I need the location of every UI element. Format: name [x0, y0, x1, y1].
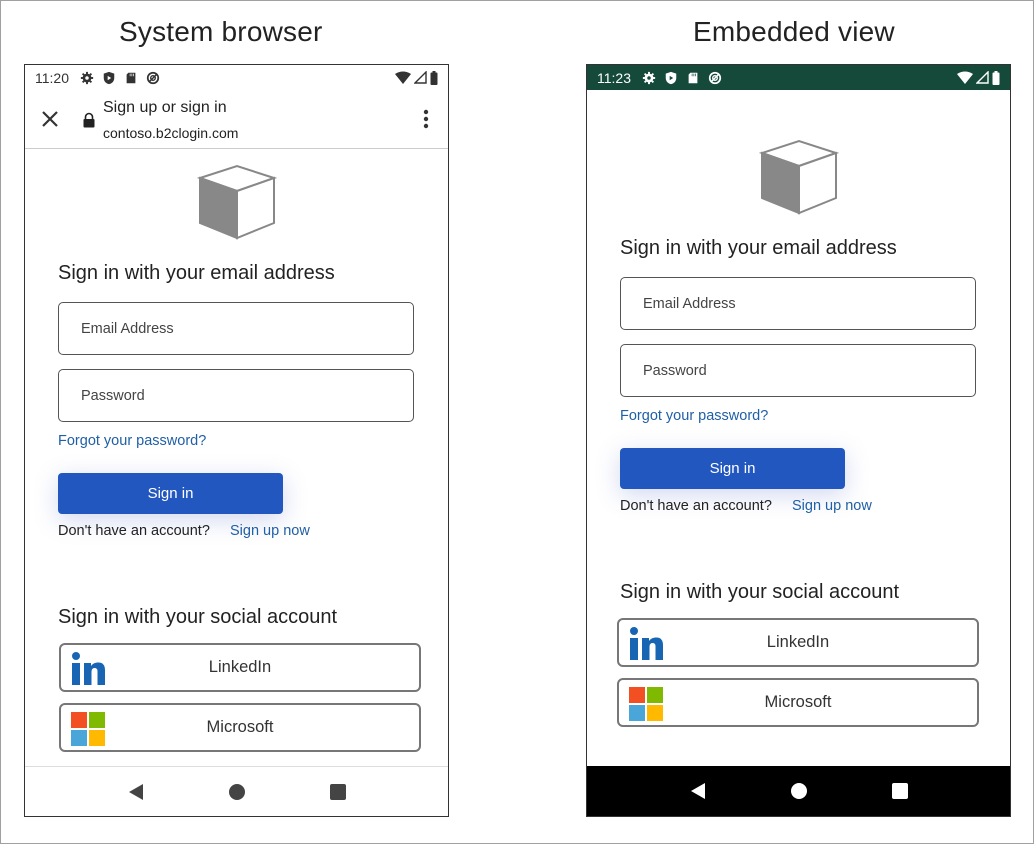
microsoft-label: Microsoft [206, 718, 274, 736]
sign-up-link[interactable]: Sign up now [792, 498, 872, 514]
linkedin-icon [72, 652, 105, 685]
status-bar: 11:23 [587, 65, 1010, 90]
status-time: 11:23 [597, 69, 631, 86]
home-icon[interactable] [790, 782, 808, 800]
social-signin-heading: Sign in with your social account [58, 606, 338, 628]
settings-icon [80, 71, 94, 84]
caption-system-browser: System browser [119, 16, 323, 47]
linkedin-icon [630, 627, 663, 660]
shield-play-icon [665, 71, 677, 84]
settings-icon [642, 71, 656, 84]
back-icon[interactable] [689, 782, 707, 800]
phone-system-browser: 11:20 Sign up or sign in contoso.b2clogi… [24, 64, 449, 817]
password-placeholder: Password [643, 362, 707, 379]
wifi-icon [957, 71, 973, 84]
status-time: 11:20 [35, 69, 69, 86]
sign-up-link[interactable]: Sign up now [230, 523, 310, 539]
linkedin-label: LinkedIn [766, 633, 830, 651]
sd-card-icon [126, 72, 136, 83]
microsoft-icon [71, 712, 105, 746]
lock-icon [83, 112, 95, 128]
cell-signal-icon [976, 71, 989, 84]
forgot-password-link[interactable]: Forgot your password? [620, 408, 768, 424]
email-placeholder: Email Address [81, 320, 174, 337]
battery-icon [430, 70, 438, 85]
social-signin-heading: Sign in with your social account [620, 581, 900, 603]
linkedin-label: LinkedIn [208, 658, 272, 676]
password-input[interactable]: Password [58, 369, 414, 422]
page-title: Sign up or sign in [103, 99, 227, 116]
email-signin-heading: Sign in with your email address [620, 237, 897, 259]
sign-in-button[interactable]: Sign in [620, 448, 845, 489]
back-icon[interactable] [127, 783, 145, 801]
page-url: contoso.b2clogin.com [103, 125, 239, 141]
email-input[interactable]: Email Address [620, 277, 976, 330]
more-options-icon[interactable] [422, 108, 430, 130]
phone-embedded-view: 11:23 Sign in with your email address Em… [586, 64, 1011, 817]
password-placeholder: Password [81, 387, 145, 404]
recents-icon[interactable] [329, 783, 347, 801]
cube-logo-icon [197, 164, 277, 240]
password-input[interactable]: Password [620, 344, 976, 397]
linkedin-button[interactable]: LinkedIn [59, 643, 421, 692]
email-input[interactable]: Email Address [58, 302, 414, 355]
linkedin-button[interactable]: LinkedIn [617, 618, 979, 667]
navigation-bar [25, 766, 448, 816]
email-signin-heading: Sign in with your email address [58, 262, 335, 284]
home-icon[interactable] [228, 783, 246, 801]
email-placeholder: Email Address [643, 295, 736, 312]
data-saver-icon [146, 71, 160, 84]
navigation-bar [587, 766, 1010, 816]
wifi-icon [395, 71, 411, 84]
status-bar: 11:20 [25, 65, 448, 90]
sign-in-button[interactable]: Sign in [58, 473, 283, 514]
cube-logo-icon [759, 139, 839, 215]
recents-icon[interactable] [891, 782, 909, 800]
microsoft-button[interactable]: Microsoft [59, 703, 421, 752]
microsoft-button[interactable]: Microsoft [617, 678, 979, 727]
forgot-password-link[interactable]: Forgot your password? [58, 433, 206, 449]
cell-signal-icon [414, 71, 427, 84]
sd-card-icon [688, 72, 698, 83]
battery-icon [992, 70, 1000, 85]
microsoft-icon [629, 687, 663, 721]
no-account-text: Don't have an account? [620, 498, 772, 514]
close-icon[interactable] [39, 108, 61, 130]
no-account-text: Don't have an account? [58, 523, 210, 539]
microsoft-label: Microsoft [764, 693, 832, 711]
data-saver-icon [708, 71, 722, 84]
caption-embedded-view: Embedded view [693, 16, 895, 47]
shield-play-icon [103, 71, 115, 84]
browser-toolbar: Sign up or sign in contoso.b2clogin.com [25, 90, 448, 149]
